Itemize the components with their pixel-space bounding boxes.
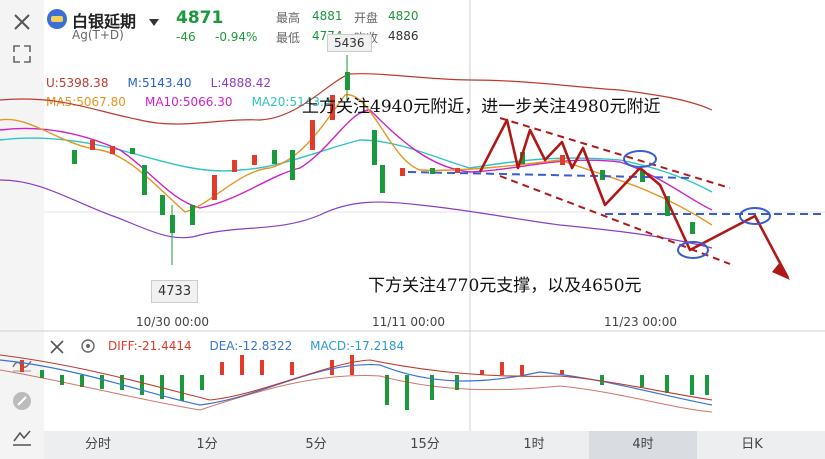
trough-price-label: 4733 (151, 280, 199, 303)
macd-dea: DEA:-12.8322 (209, 339, 293, 353)
time-label: 10/30 00:00 (136, 315, 209, 329)
macd-diff: DIFF:-21.4414 (108, 339, 192, 353)
tab-daily[interactable]: 日K (698, 431, 806, 459)
tab-15min[interactable]: 15分 (371, 431, 479, 459)
annotation-resistance: 上方关注4940元附近，进一步关注4980元附近 (302, 97, 661, 117)
kline-chart[interactable] (0, 0, 825, 431)
period-tab-bar: 分时 1分 5分 15分 1时 4时 日K (44, 431, 825, 459)
time-label: 11/23 00:00 (604, 315, 677, 329)
annotation-support: 下方关注4770元支撑，以及4650元 (368, 276, 642, 296)
macd-value: MACD:-17.2184 (310, 339, 405, 353)
tab-1hour[interactable]: 1时 (480, 431, 588, 459)
tab-timeshare[interactable]: 分时 (44, 431, 152, 459)
peak-price-label: 5436 (327, 34, 372, 52)
tab-1min[interactable]: 1分 (153, 431, 261, 459)
macd-close-icon[interactable] (50, 339, 64, 358)
macd-legend: DIFF:-21.4414 DEA:-12.8322 MACD:-17.2184 (108, 339, 404, 353)
time-label: 11/11 00:00 (372, 315, 445, 329)
tab-4hour[interactable]: 4时 (589, 431, 697, 459)
macd-settings-icon[interactable] (80, 338, 96, 358)
tab-5min[interactable]: 5分 (262, 431, 370, 459)
